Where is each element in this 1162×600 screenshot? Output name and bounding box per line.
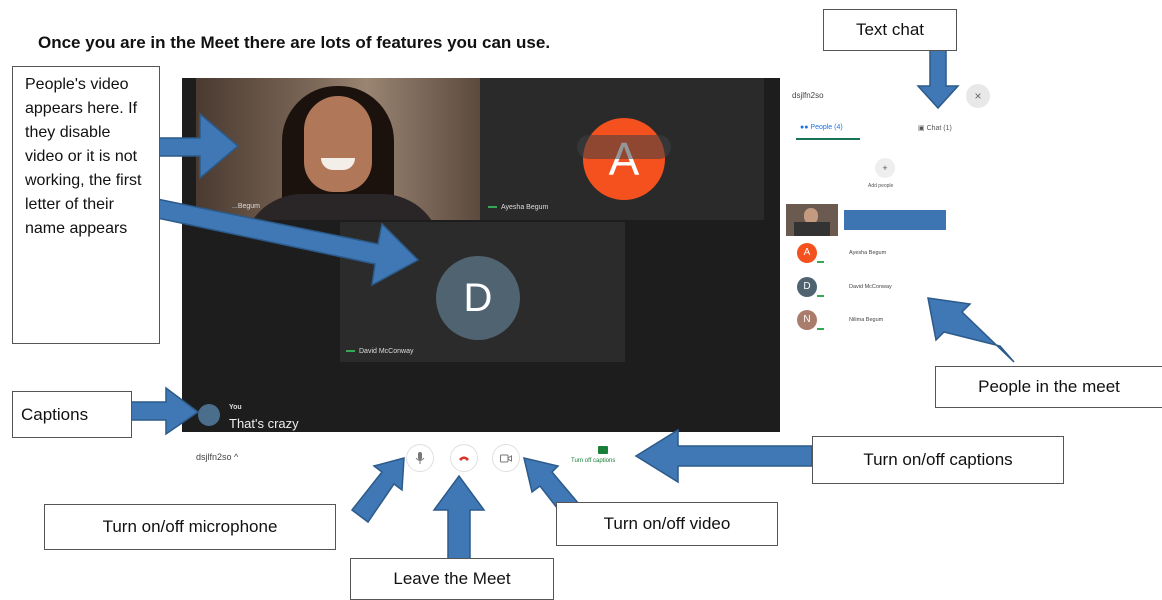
callout-captions: Captions bbox=[12, 391, 132, 438]
arrow-to-leave bbox=[432, 474, 486, 561]
arrow-to-caption-button bbox=[634, 428, 813, 484]
arrow-to-people bbox=[927, 297, 1015, 363]
callout-people-in-meet: People in the meet bbox=[935, 366, 1162, 408]
arrow-to-video bbox=[147, 112, 240, 180]
callout-toggle-captions: Turn on/off captions bbox=[812, 436, 1064, 484]
arrow-to-avatar bbox=[147, 197, 420, 287]
callout-toggle-video: Turn on/off video bbox=[556, 502, 778, 546]
arrow-to-mic bbox=[350, 457, 405, 524]
callout-people-video: People's video appears here. If they dis… bbox=[12, 66, 160, 344]
callout-toggle-microphone: Turn on/off microphone bbox=[44, 504, 336, 550]
callout-text-chat: Text chat bbox=[823, 9, 957, 51]
callout-leave-meet: Leave the Meet bbox=[350, 558, 554, 600]
